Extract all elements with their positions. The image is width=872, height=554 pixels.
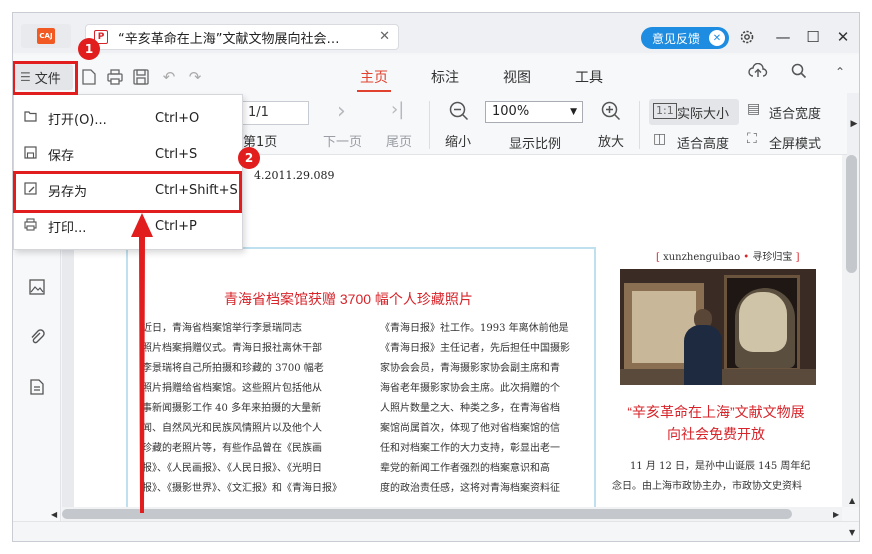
zoom-out-label[interactable]: 缩小	[445, 131, 471, 150]
document-outline-icon[interactable]	[29, 379, 45, 399]
zoom-value: 100%	[492, 104, 530, 119]
tab-annotate[interactable]: 标注	[431, 67, 459, 87]
section-header-latin: xunzhenguibao	[663, 252, 741, 263]
horizontal-scrollbar[interactable]	[62, 507, 842, 521]
fit-width-icon[interactable]: ▤	[747, 101, 760, 117]
undo-icon[interactable]: ↶	[159, 67, 179, 87]
scroll-left-icon[interactable]: ◀	[51, 510, 57, 519]
title-bar: CAJ P “辛亥革命在上海”文献文物展向社会… ✕ 意见反馈 ✕ — ☐ ✕	[13, 13, 859, 53]
feedback-label: 意见反馈	[652, 31, 701, 46]
feedback-button[interactable]: 意见反馈 ✕	[641, 27, 729, 49]
step-1-badge: 1	[78, 38, 100, 60]
scroll-down-icon[interactable]: ▼	[849, 528, 855, 537]
save-icon	[24, 145, 37, 163]
last-page-icon[interactable]: ›|	[391, 99, 404, 120]
maximize-button[interactable]: ☐	[803, 27, 823, 47]
zoom-ratio-label: 显示比例	[509, 137, 562, 152]
side-article-title: “辛亥革命在上海”文献文物展 向社会免费开放	[627, 404, 805, 442]
feedback-close-icon[interactable]: ✕	[709, 30, 725, 46]
zoom-out-icon[interactable]	[449, 101, 469, 126]
active-tab-indicator	[357, 90, 391, 92]
article-title: 青海省档案馆获赠 3700 幅个人珍藏照片	[224, 291, 473, 307]
ribbon-separator	[429, 101, 430, 149]
minimize-button[interactable]: —	[773, 27, 793, 47]
menu-item-open[interactable]: 打开(O)... Ctrl+O	[14, 101, 242, 135]
scroll-up-icon[interactable]: ▲	[849, 496, 855, 505]
app-window: CAJ P “辛亥革命在上海”文献文物展向社会… ✕ 意见反馈 ✕ — ☐ ✕ …	[12, 12, 860, 542]
chevron-up-icon[interactable]: ⌃	[835, 65, 845, 79]
ribbon-scroll-right-icon[interactable]: ▶	[847, 93, 859, 155]
fit-width-label[interactable]: 适合宽度	[769, 103, 821, 122]
next-page-label[interactable]: 下一页	[323, 131, 362, 150]
highlight-file-button	[13, 61, 78, 95]
step-2-badge: 2	[238, 147, 260, 169]
fullscreen-icon[interactable]: ⛶	[747, 131, 757, 147]
dropdown-arrow-icon: ▼	[570, 107, 577, 117]
new-file-icon[interactable]	[79, 67, 99, 87]
tab-home[interactable]: 主页	[360, 67, 388, 87]
cloud-upload-icon[interactable]	[748, 62, 768, 83]
status-bar: ▲ ▼ ◀ ▶	[13, 496, 859, 541]
tab-view[interactable]: 视图	[503, 67, 531, 87]
scroll-right-icon[interactable]: ▶	[833, 510, 839, 519]
next-page-icon[interactable]: ›	[337, 99, 346, 124]
actual-size-icon: 1:1	[653, 103, 677, 119]
ribbon-separator	[639, 101, 640, 149]
document-tab-title: “辛亥革命在上海”文献文物展向社会…	[118, 31, 340, 47]
article-photo	[620, 269, 816, 385]
page-number-input[interactable]: 1/1	[241, 101, 309, 125]
article-column-1: 近日，青海省档案馆举行李景瑞同志 照片档案捐赠仪式。青海日报社离休干部 李景瑞将…	[142, 323, 342, 494]
menu-item-print[interactable]: 打印... Ctrl+P	[14, 209, 242, 243]
attachment-icon[interactable]	[29, 329, 45, 349]
fit-height-label[interactable]: 适合高度	[677, 133, 729, 152]
menu-item-save[interactable]: 保存 Ctrl+S	[14, 137, 242, 171]
printer-icon[interactable]	[105, 67, 125, 87]
zoom-in-label[interactable]: 放大	[598, 131, 624, 150]
close-button[interactable]: ✕	[833, 27, 853, 47]
article-column-2: 《青海日报》社工作。1993 年离休前他是 《青海日报》主任记者，先后担任中国摄…	[380, 323, 570, 494]
photo-portrait	[724, 275, 800, 371]
horizontal-scroll-thumb[interactable]	[62, 509, 792, 519]
gear-icon[interactable]	[737, 27, 757, 47]
tab-close-icon[interactable]: ✕	[379, 29, 390, 44]
page-reference: 4.2011.29.089	[254, 169, 335, 182]
tab-tools[interactable]: 工具	[575, 67, 603, 87]
document-tab[interactable]: P “辛亥革命在上海”文献文物展向社会… ✕	[85, 24, 399, 50]
pointer-arrow-icon	[131, 213, 153, 513]
vertical-scrollbar[interactable]	[842, 155, 859, 507]
fullscreen-label[interactable]: 全屏模式	[769, 133, 821, 152]
actual-size-label: 实际大小	[677, 107, 730, 122]
zoom-select[interactable]: 100% ▼	[485, 101, 583, 123]
redo-icon[interactable]: ↷	[185, 67, 205, 87]
section-header-tag: [ xunzhenguibao • 寻珍归宝 ]	[656, 252, 800, 263]
fit-height-icon[interactable]: ◫	[653, 131, 666, 147]
highlight-save-as	[13, 171, 242, 213]
image-icon[interactable]	[29, 279, 45, 299]
menu-bar: ☰ 文件 ↶ ↷ 主页 标注 视图 工具 ⌃	[13, 55, 859, 93]
zoom-in-icon[interactable]	[601, 101, 621, 126]
vertical-scroll-thumb[interactable]	[846, 155, 857, 273]
folder-open-icon	[24, 110, 37, 127]
caj-logo-icon: CAJ	[37, 28, 55, 44]
last-page-label[interactable]: 尾页	[386, 131, 412, 150]
app-logo[interactable]: CAJ	[21, 24, 71, 48]
side-article-text: 11 月 12 日，是孙中山诞辰 145 周年纪 念日。由上海市政协主办，市政协…	[612, 461, 811, 492]
search-icon[interactable]	[791, 63, 807, 83]
section-header-cn: 寻珍归宝	[752, 252, 793, 263]
printer-icon	[24, 217, 37, 235]
save-icon[interactable]	[131, 67, 151, 87]
